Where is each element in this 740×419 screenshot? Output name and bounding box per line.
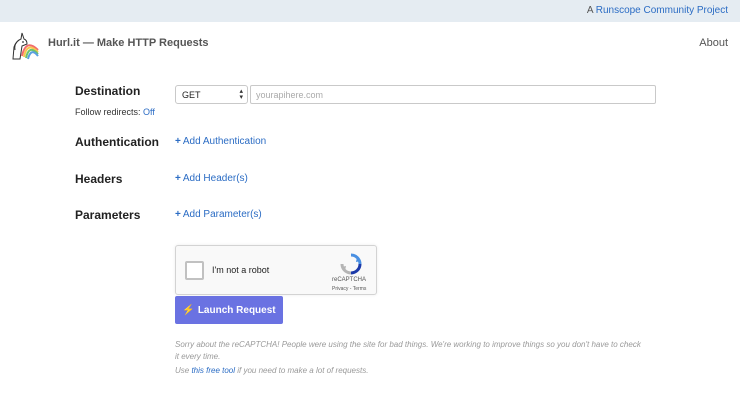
follow-redirects-label: Follow redirects: <box>75 107 141 117</box>
authentication-label: Authentication <box>75 135 159 149</box>
select-arrows-icon: ▴ ▾ <box>239 88 243 101</box>
parameters-label: Parameters <box>75 208 141 222</box>
destination-label: Destination <box>75 84 141 98</box>
free-tool-link[interactable]: this free tool <box>191 366 235 375</box>
method-value: GET <box>182 90 201 100</box>
plus-icon: + <box>175 136 181 147</box>
add-authentication-link[interactable]: + Add Authentication <box>175 136 266 147</box>
recaptcha-terms-link[interactable]: Terms <box>353 286 367 292</box>
follow-redirects-toggle[interactable]: Off <box>143 107 155 117</box>
headers-label: Headers <box>75 172 123 186</box>
recaptcha-label: I'm not a robot <box>212 265 270 275</box>
free-tool-prefix: Use <box>175 366 192 375</box>
site-header: Hurl.it — Make HTTP Requests About <box>0 22 740 68</box>
bolt-icon: ⚡ <box>182 304 195 316</box>
credit-prefix: A <box>586 5 593 16</box>
recaptcha-widget: I'm not a robot reCAPTCHA Privacy - Term… <box>175 245 377 295</box>
recaptcha-terms: Privacy - Terms <box>332 286 366 292</box>
site-title[interactable]: Hurl.it — Make HTTP Requests <box>48 37 209 49</box>
recaptcha-checkbox[interactable] <box>185 261 204 280</box>
about-link[interactable]: About <box>699 37 728 49</box>
recaptcha-privacy-link[interactable]: Privacy <box>332 286 348 292</box>
method-select[interactable]: GET ▴ ▾ <box>175 85 248 104</box>
add-parameters-link[interactable]: + Add Parameter(s) <box>175 209 262 220</box>
add-headers-link[interactable]: + Add Header(s) <box>175 173 248 184</box>
plus-icon: + <box>175 173 181 184</box>
add-parameters-label: Add Parameter(s) <box>182 209 262 220</box>
plus-icon: + <box>175 209 181 220</box>
free-tool-suffix: if you need to make a lot of requests. <box>235 366 369 375</box>
unicorn-rainbow-icon[interactable] <box>10 30 42 60</box>
recaptcha-icon <box>340 253 362 275</box>
launch-request-label: Launch Request <box>197 304 276 316</box>
runscope-community-link[interactable]: Runscope Community Project <box>596 5 728 16</box>
recaptcha-brand: reCAPTCHA <box>332 277 367 283</box>
url-input[interactable] <box>250 85 656 104</box>
community-credit: A Runscope Community Project <box>587 5 728 16</box>
free-tool-note: Use this free tool if you need to make a… <box>175 365 645 377</box>
add-headers-label: Add Header(s) <box>182 173 248 184</box>
add-authentication-label: Add Authentication <box>182 136 267 147</box>
top-bar: A Runscope Community Project <box>0 0 740 22</box>
launch-request-button[interactable]: ⚡ Launch Request <box>175 296 283 324</box>
follow-redirects: Follow redirects: Off <box>75 107 155 117</box>
captcha-apology-note: Sorry about the reCAPTCHA! People were u… <box>175 340 641 361</box>
